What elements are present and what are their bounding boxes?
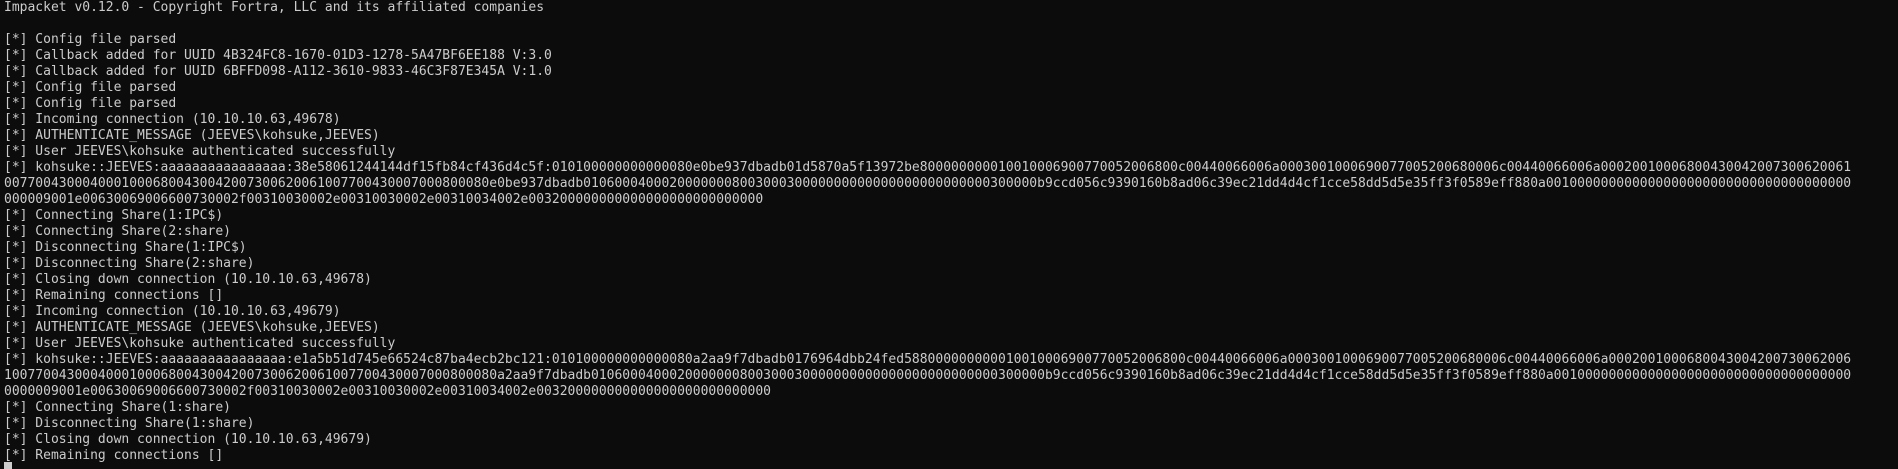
- terminal-row: [*] Config file parsed: [4, 32, 177, 47]
- terminal-line: [*] Incoming connection (10.10.10.63,496…: [4, 304, 1894, 320]
- terminal-line: [*] kohsuke::JEEVES:aaaaaaaaaaaaaaaa:38e…: [4, 160, 1894, 208]
- terminal-row: [4, 16, 1894, 32]
- terminal-row: [*] AUTHENTICATE_MESSAGE (JEEVES\kohsuke…: [4, 320, 380, 335]
- text-cursor: [4, 462, 12, 469]
- terminal-row: [*] kohsuke::JEEVES:aaaaaaaaaaaaaaaa:38e…: [4, 160, 1852, 175]
- terminal-row: [*] Connecting Share(1:share): [4, 400, 231, 415]
- terminal-row: [*] User JEEVES\kohsuke authenticated su…: [4, 144, 396, 159]
- terminal-row: [*] Closing down connection (10.10.10.63…: [4, 432, 372, 447]
- terminal-line: [*] User JEEVES\kohsuke authenticated su…: [4, 336, 1894, 352]
- terminal-row: [*] AUTHENTICATE_MESSAGE (JEEVES\kohsuke…: [4, 128, 380, 143]
- terminal-line: [*] Disconnecting Share(1:IPC$): [4, 240, 1894, 256]
- terminal-row: [*] User JEEVES\kohsuke authenticated su…: [4, 336, 396, 351]
- terminal-line: Impacket v0.12.0 - Copyright Fortra, LLC…: [4, 0, 1894, 16]
- terminal-row: [*] Disconnecting Share(1:share): [4, 416, 255, 431]
- terminal-line: [*] AUTHENTICATE_MESSAGE (JEEVES\kohsuke…: [4, 128, 1894, 144]
- terminal-line: [*] Config file parsed: [4, 32, 1894, 48]
- terminal-row: [*] Incoming connection (10.10.10.63,496…: [4, 304, 341, 319]
- terminal-row: Impacket v0.12.0 - Copyright Fortra, LLC…: [4, 0, 545, 15]
- terminal-window[interactable]: Impacket v0.12.0 - Copyright Fortra, LLC…: [0, 0, 1898, 469]
- terminal-row: [*] Disconnecting Share(2:share): [4, 256, 255, 271]
- terminal-line: [*] kohsuke::JEEVES:aaaaaaaaaaaaaaaa:e1a…: [4, 352, 1894, 400]
- terminal-line: [*] Remaining connections []: [4, 448, 1894, 464]
- terminal-line: [*] Closing down connection (10.10.10.63…: [4, 272, 1894, 288]
- terminal-row: [*] Incoming connection (10.10.10.63,496…: [4, 112, 341, 127]
- terminal-row: [*] kohsuke::JEEVES:aaaaaaaaaaaaaaaa:e1a…: [4, 352, 1852, 367]
- blank-line: [4, 16, 1894, 32]
- terminal-line: [*] Callback added for UUID 6BFFD098-A11…: [4, 64, 1894, 80]
- terminal-row: [*] Remaining connections []: [4, 288, 224, 303]
- terminal-row: 000009001e00630069006600730002f003100300…: [4, 192, 764, 207]
- terminal-row: [*] Config file parsed: [4, 80, 177, 95]
- terminal-row: 0077004300040001000680043004200730062006…: [4, 176, 1852, 191]
- terminal-row: [*] Connecting Share(2:share): [4, 224, 231, 239]
- terminal-line: [*] Config file parsed: [4, 80, 1894, 96]
- terminal-line: [*] Remaining connections []: [4, 288, 1894, 304]
- terminal-row: 1007700430004000100068004300420073006200…: [4, 368, 1852, 383]
- terminal-row: [*] Config file parsed: [4, 96, 177, 111]
- terminal-line: [*] Closing down connection (10.10.10.63…: [4, 432, 1894, 448]
- terminal-output: Impacket v0.12.0 - Copyright Fortra, LLC…: [4, 0, 1894, 464]
- terminal-row: [*] Callback added for UUID 6BFFD098-A11…: [4, 64, 552, 79]
- terminal-row: [*] Callback added for UUID 4B324FC8-167…: [4, 48, 552, 63]
- terminal-row: 0000009001e00630069006600730002f00310030…: [4, 384, 772, 399]
- terminal-line: [*] Disconnecting Share(2:share): [4, 256, 1894, 272]
- terminal-line: [*] Connecting Share(1:share): [4, 400, 1894, 416]
- terminal-line: [*] Disconnecting Share(1:share): [4, 416, 1894, 432]
- terminal-row: [*] Disconnecting Share(1:IPC$): [4, 240, 247, 255]
- terminal-row: [*] Connecting Share(1:IPC$): [4, 208, 224, 223]
- terminal-line: [*] Incoming connection (10.10.10.63,496…: [4, 112, 1894, 128]
- terminal-line: [*] Connecting Share(2:share): [4, 224, 1894, 240]
- terminal-row: [*] Remaining connections []: [4, 448, 224, 463]
- terminal-line: [*] Config file parsed: [4, 96, 1894, 112]
- terminal-line: [*] AUTHENTICATE_MESSAGE (JEEVES\kohsuke…: [4, 320, 1894, 336]
- terminal-line: [*] Callback added for UUID 4B324FC8-167…: [4, 48, 1894, 64]
- terminal-line: [*] Connecting Share(1:IPC$): [4, 208, 1894, 224]
- terminal-line: [*] User JEEVES\kohsuke authenticated su…: [4, 144, 1894, 160]
- terminal-row: [*] Closing down connection (10.10.10.63…: [4, 272, 372, 287]
